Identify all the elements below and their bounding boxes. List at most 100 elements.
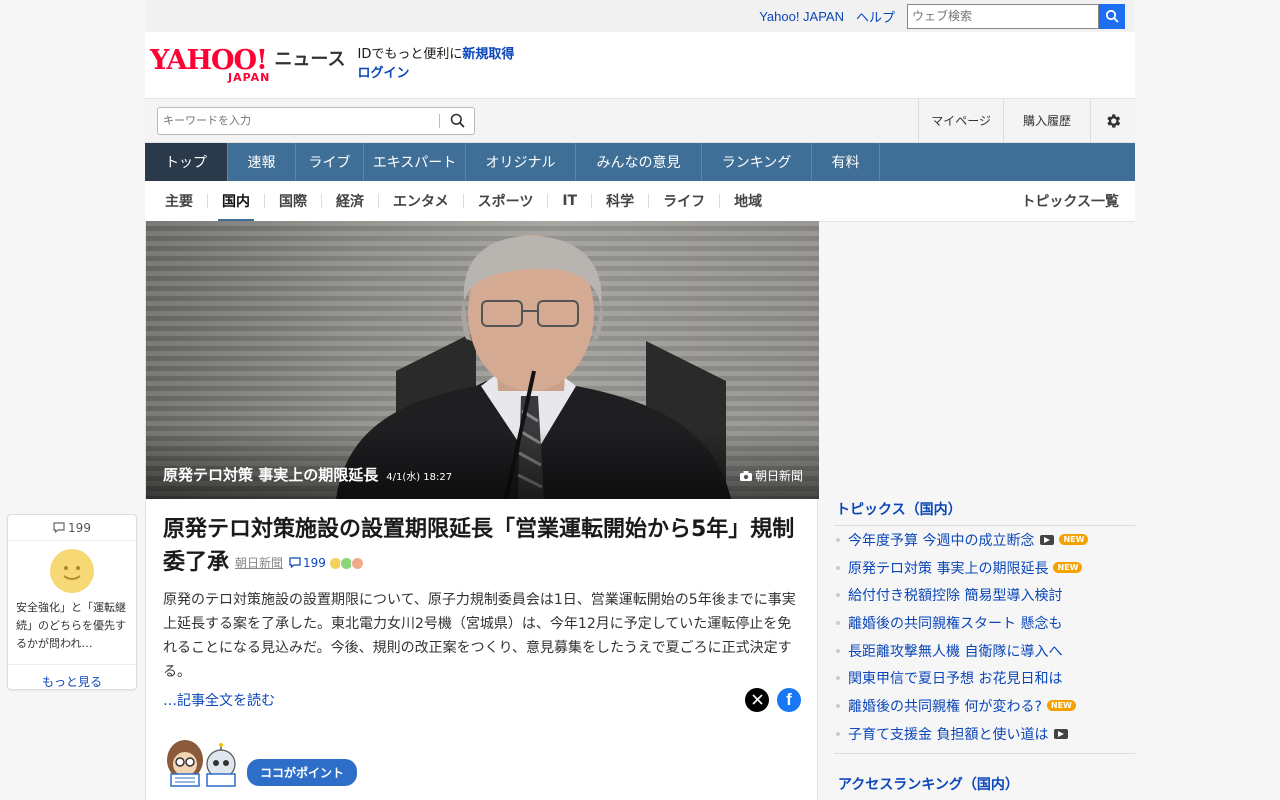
topic-text: 原発テロ対策 事実上の期限延長 <box>848 560 1049 577</box>
category-tab[interactable]: 国内 <box>208 181 264 222</box>
category-tab[interactable]: ライフ <box>649 181 719 222</box>
category-tab[interactable]: 国際 <box>265 181 321 222</box>
topic-text: 今年度予算 今週中の成立断念 <box>848 532 1035 549</box>
article-source[interactable]: 朝日新聞 <box>235 556 283 570</box>
topic-text: 子育て支援金 負担額と使い道は <box>848 726 1049 743</box>
category-tab[interactable]: 経済 <box>322 181 378 222</box>
topic-item[interactable]: 長距離攻撃無人機 自衛隊に導入へ <box>834 637 1135 665</box>
topics-title[interactable]: トピックス（国内） <box>834 491 1135 526</box>
article-title-block: 原発テロ対策施設の設置期限延長「営業運転開始から5年」規制委了承 朝日新聞 199 <box>163 513 801 580</box>
x-share-button[interactable] <box>745 687 769 712</box>
mypage-link[interactable]: マイページ <box>918 98 1003 143</box>
reaction-faces <box>328 556 364 570</box>
topic-item[interactable]: 離婚後の共同親権 何が変わる? NEW <box>834 692 1135 720</box>
bullet <box>836 565 840 570</box>
new-badge: NEW <box>1046 700 1076 712</box>
search-icon <box>450 113 465 128</box>
article-summary: 原発のテロ対策施設の設置期限について、原子力規制委員会は1日、営業運転開始の5年… <box>163 591 796 680</box>
point-label[interactable]: ココがポイント <box>247 758 358 786</box>
keyword-search <box>157 106 475 135</box>
hero-source: 朝日新聞 <box>754 469 803 483</box>
hero-credit: 朝日新聞 <box>739 467 803 484</box>
bullet <box>836 537 840 542</box>
keyword-search-button[interactable] <box>440 113 474 128</box>
nav-tab[interactable]: 速報 <box>228 143 296 181</box>
nav-tab[interactable]: みんなの意見 <box>576 143 702 181</box>
new-badge: NEW <box>1059 534 1089 546</box>
yahoo-japan-link[interactable]: Yahoo! JAPAN <box>759 9 844 24</box>
gear-icon <box>1107 113 1121 128</box>
topic-item[interactable]: 原発テロ対策 事実上の期限延長 NEW <box>834 554 1135 582</box>
hero-caption[interactable]: 原発テロ対策 事実上の期限延長 4/1(水) 18:27 <box>163 464 452 485</box>
video-icon <box>1054 728 1069 739</box>
topic-item[interactable]: 関東甲信で夏日予想 お花見日和は <box>834 664 1135 692</box>
category-tab[interactable]: エンタメ <box>379 181 463 222</box>
main-article-column: 原発テロ対策 事実上の期限延長 4/1(水) 18:27 朝日新聞 原発テロ対策… <box>145 221 819 800</box>
site-header: YAHOO! JAPAN ニュース IDでもっと便利に新規取得 ログイン <box>145 32 1135 99</box>
comment-card: 199 安全強化」と「運転継続」のどちらを優先するかが問われ… もっと見る <box>7 514 137 690</box>
nav-tab[interactable]: ライブ <box>296 143 364 181</box>
nav-tab[interactable]: 有料 <box>812 143 880 181</box>
login-area: IDでもっと便利に新規取得 ログイン <box>358 45 515 83</box>
right-column: トピックス（国内） 今年度予算 今週中の成立断念 NEW 原発テロ対策 事実上の期限… <box>834 221 1135 800</box>
video-icon <box>1040 534 1055 545</box>
category-tab[interactable]: 主要 <box>151 181 207 222</box>
nav-tab[interactable]: エキスパート <box>364 143 466 181</box>
login-link[interactable]: ログイン <box>358 64 515 83</box>
mascot-icon <box>167 739 236 787</box>
smile-face-icon <box>50 549 94 593</box>
comment-card-count[interactable]: 199 <box>8 515 136 541</box>
nav-tab[interactable]: ランキング <box>702 143 812 181</box>
yahoo-logo[interactable]: YAHOO! JAPAN <box>150 47 270 83</box>
topic-text: 給付付き税額控除 簡易型導入検討 <box>848 588 1063 605</box>
article: 原発テロ対策施設の設置期限延長「営業運転開始から5年」規制委了承 朝日新聞 199 … <box>146 499 817 788</box>
facebook-share-button[interactable]: f <box>777 687 801 712</box>
category-nav: 主要 国内 国際 経済 エンタメ スポーツ IT 科学 ライフ 地域 トピックス一覧 <box>145 181 1135 222</box>
hero-headline: 原発テロ対策 事実上の期限延長 <box>163 466 379 484</box>
nav-tab[interactable]: オリジナル <box>466 143 576 181</box>
point-section: ココがポイント <box>163 736 801 788</box>
x-icon <box>751 694 763 705</box>
hero-image[interactable]: 原発テロ対策 事実上の期限延長 4/1(水) 18:27 朝日新聞 <box>146 221 819 499</box>
bullet <box>836 703 840 708</box>
user-links: マイページ 購入履歴 <box>918 98 1135 143</box>
hero-time: 4/1(水) 18:27 <box>386 472 453 483</box>
camera-icon <box>739 470 752 481</box>
see-more-link[interactable]: もっと見る <box>8 664 136 697</box>
nav-tab[interactable]: トップ <box>145 143 228 181</box>
category-tab[interactable]: IT <box>548 181 591 222</box>
web-search-input[interactable] <box>907 3 1099 29</box>
category-tab[interactable]: 地域 <box>720 181 776 222</box>
web-search-button[interactable] <box>1099 3 1125 29</box>
bullet <box>836 676 840 681</box>
search-row: マイページ 購入履歴 <box>145 98 1135 143</box>
comment-icon <box>289 556 301 568</box>
purchase-history-link[interactable]: 購入履歴 <box>1002 98 1090 143</box>
topic-text: 関東甲信で夏日予想 お花見日和は <box>848 671 1063 688</box>
bullet <box>836 620 840 625</box>
topic-item[interactable]: 給付付き税額控除 簡易型導入検討 <box>834 581 1135 609</box>
comment-count-link[interactable]: 199 <box>289 556 326 570</box>
settings-button[interactable] <box>1090 98 1135 143</box>
topic-item[interactable]: 離婚後の共同親権スタート 懸念も <box>834 609 1135 637</box>
topic-text: 長距離攻撃無人機 自衛隊に導入へ <box>848 643 1063 660</box>
all-topics-link[interactable]: トピックス一覧 <box>1021 191 1135 211</box>
top-bar: Yahoo! JAPAN ヘルプ <box>145 0 1135 32</box>
signup-link[interactable]: 新規取得 <box>462 47 514 62</box>
topic-item[interactable]: 子育て支援金 負担額と使い道は <box>834 720 1135 748</box>
topic-item[interactable]: 今年度予算 今週中の成立断念 NEW <box>834 526 1135 554</box>
category-tab[interactable]: 科学 <box>592 181 648 222</box>
service-name[interactable]: ニュース <box>274 45 345 71</box>
bullet <box>836 593 840 598</box>
comment-excerpt: 安全強化」と「運転継続」のどちらを優先するかが問われ… <box>16 601 126 650</box>
help-link[interactable]: ヘルプ <box>856 7 895 26</box>
new-badge: NEW <box>1053 562 1083 574</box>
facebook-icon: f <box>786 689 792 709</box>
ranking-title[interactable]: アクセスランキング（国内） <box>834 754 1135 800</box>
comment-icon <box>53 522 65 533</box>
ad-space <box>834 221 1135 491</box>
category-tab[interactable]: スポーツ <box>464 181 548 222</box>
read-full-article-link[interactable]: …記事全文を読む <box>163 690 275 710</box>
search-icon <box>1105 9 1119 23</box>
keyword-input[interactable] <box>158 108 439 133</box>
